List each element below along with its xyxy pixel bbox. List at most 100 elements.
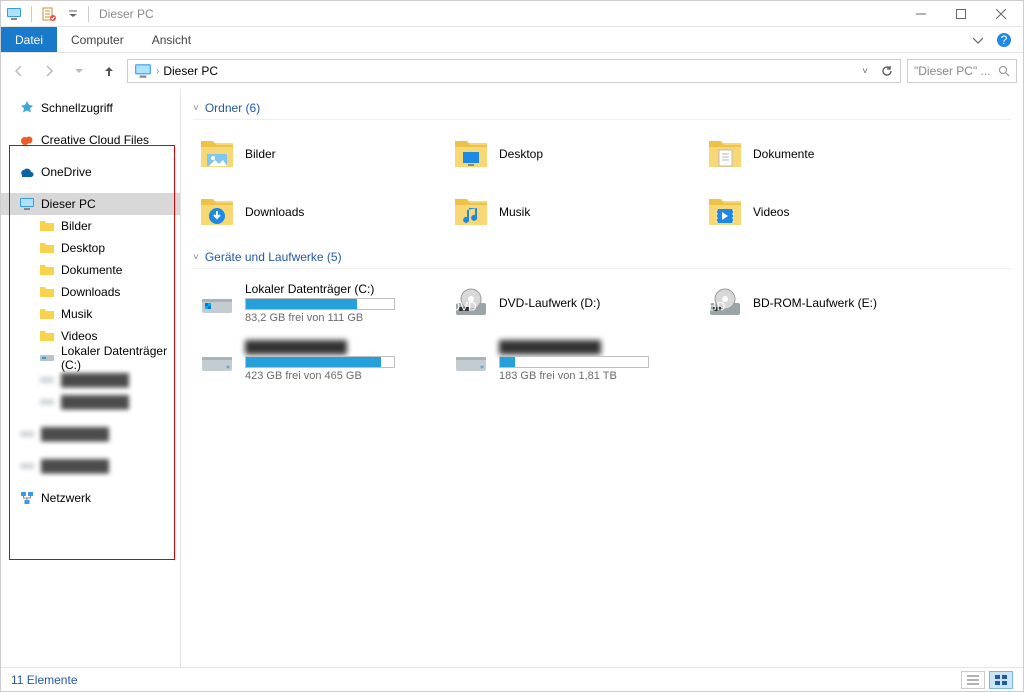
tree-desktop[interactable]: Desktop xyxy=(1,237,180,259)
spacer xyxy=(205,27,965,52)
label: ████████ xyxy=(41,459,109,473)
folder-icon xyxy=(707,194,743,230)
breadcrumb-label: Dieser PC xyxy=(163,64,218,78)
label: Videos xyxy=(61,329,97,343)
pc-icon xyxy=(19,196,35,212)
tab-file[interactable]: Datei xyxy=(1,27,57,52)
tree-pictures[interactable]: Bilder xyxy=(1,215,180,237)
drive-tile[interactable]: ████████████ 423 GB frei von 465 GB xyxy=(193,333,443,389)
folder-icon xyxy=(39,306,55,322)
separator xyxy=(31,6,32,22)
folder-music[interactable]: Musik xyxy=(447,184,697,240)
recent-dropdown-icon[interactable] xyxy=(67,59,91,83)
label: Musik xyxy=(61,307,92,321)
label: Downloads xyxy=(61,285,120,299)
tree-onedrive[interactable]: OneDrive xyxy=(1,161,180,183)
breadcrumb-this-pc[interactable]: Dieser PC xyxy=(159,64,222,78)
drive-tile[interactable]: BDBD-ROM-Laufwerk (E:) xyxy=(701,275,951,331)
tree-local-disk-c[interactable]: Lokaler Datenträger (C:) xyxy=(1,347,180,369)
folder-videos[interactable]: Videos xyxy=(701,184,951,240)
pc-icon xyxy=(134,62,152,80)
section-folders[interactable]: ˅ Ordner (6) xyxy=(193,101,1011,120)
svg-text:?: ? xyxy=(1001,33,1008,47)
folder-icon xyxy=(199,194,235,230)
tree-music[interactable]: Musik xyxy=(1,303,180,325)
tree-downloads[interactable]: Downloads xyxy=(1,281,180,303)
tab-computer[interactable]: Computer xyxy=(57,27,138,52)
tree-creative-cloud[interactable]: Creative Cloud Files xyxy=(1,129,180,151)
folder-icon xyxy=(453,194,489,230)
drive-tile[interactable]: ████████████183 GB frei von 1,81 TB xyxy=(447,333,697,389)
disk-icon xyxy=(19,426,35,442)
drives-grid: Lokaler Datenträger (C:)83,2 GB frei von… xyxy=(193,275,1011,389)
back-button[interactable] xyxy=(7,59,31,83)
folder-icon xyxy=(39,328,55,344)
view-details-button[interactable] xyxy=(961,671,985,689)
help-icon[interactable]: ? xyxy=(991,27,1017,52)
explorer-window: Dieser PC Datei Computer Ansicht ? xyxy=(0,0,1024,692)
drive-tile[interactable]: DVDDVD-Laufwerk (D:) xyxy=(447,275,697,331)
view-tiles-button[interactable] xyxy=(989,671,1013,689)
folder-icon xyxy=(39,218,55,234)
label: Desktop xyxy=(61,241,105,255)
label: Musik xyxy=(499,205,691,219)
expand-ribbon-icon[interactable] xyxy=(965,27,991,52)
drive-icon: BD xyxy=(707,285,743,321)
star-icon xyxy=(19,100,35,116)
ribbon: Datei Computer Ansicht ? xyxy=(1,27,1023,53)
label: Downloads xyxy=(245,205,437,219)
folder-pictures[interactable]: Bilder xyxy=(193,126,443,182)
tree-item-hidden[interactable]: ████████ xyxy=(1,423,180,445)
minimize-button[interactable] xyxy=(901,1,941,27)
disk-icon xyxy=(39,372,55,388)
chevron-down-icon: ˅ xyxy=(193,252,199,263)
refresh-button[interactable] xyxy=(876,60,898,82)
tree-quick-access[interactable]: Schnellzugriff xyxy=(1,97,180,119)
folder-documents[interactable]: Dokumente xyxy=(701,126,951,182)
folder-icon xyxy=(453,136,489,172)
folder-icon xyxy=(707,136,743,172)
address-dropdown-icon[interactable]: ˅ xyxy=(856,66,874,77)
disk-icon xyxy=(39,350,55,366)
tab-view[interactable]: Ansicht xyxy=(138,27,205,52)
chevron-down-icon: ˅ xyxy=(193,103,199,114)
label: ████████████ xyxy=(245,340,437,354)
label: Bilder xyxy=(61,219,92,233)
folder-desktop[interactable]: Desktop xyxy=(447,126,697,182)
tree-this-pc[interactable]: Dieser PC xyxy=(1,193,180,215)
tree-documents[interactable]: Dokumente xyxy=(1,259,180,281)
address-bar[interactable]: › Dieser PC ˅ xyxy=(127,59,901,83)
properties-icon[interactable] xyxy=(38,3,60,25)
tree-drive-hidden[interactable]: ████████ xyxy=(1,391,180,413)
body: Schnellzugriff Creative Cloud Files OneD… xyxy=(1,89,1023,667)
drive-tile[interactable]: Lokaler Datenträger (C:)83,2 GB frei von… xyxy=(193,275,443,331)
drive-icon xyxy=(199,343,235,379)
maximize-button[interactable] xyxy=(941,1,981,27)
free-text: 423 GB frei von 465 GB xyxy=(245,370,437,382)
tree-item-hidden[interactable]: ████████ xyxy=(1,455,180,477)
close-button[interactable] xyxy=(981,1,1021,27)
qat-dropdown-icon[interactable] xyxy=(62,3,84,25)
window-controls xyxy=(901,1,1021,27)
title-bar: Dieser PC xyxy=(1,1,1023,27)
label: Bilder xyxy=(245,147,437,161)
folder-icon xyxy=(39,284,55,300)
pc-icon[interactable] xyxy=(3,3,25,25)
label: Desktop xyxy=(499,147,691,161)
forward-button[interactable] xyxy=(37,59,61,83)
label: ████████ xyxy=(61,395,129,409)
status-text: 11 Elemente xyxy=(11,673,78,687)
drive-icon: DVD xyxy=(453,285,489,321)
label: Lokaler Datenträger (C:) xyxy=(61,344,180,372)
svg-text:DVD: DVD xyxy=(453,300,477,314)
label: ████████ xyxy=(41,427,109,441)
label: Schnellzugriff xyxy=(41,101,113,115)
search-input[interactable]: "Dieser PC" ... xyxy=(907,59,1017,83)
folder-icon xyxy=(39,262,55,278)
tree-network[interactable]: Netzwerk xyxy=(1,487,180,509)
folder-downloads[interactable]: Downloads xyxy=(193,184,443,240)
section-drives[interactable]: ˅ Geräte und Laufwerke (5) xyxy=(193,250,1011,269)
up-button[interactable] xyxy=(97,59,121,83)
network-icon xyxy=(19,490,35,506)
tree-drive-hidden[interactable]: ████████ xyxy=(1,369,180,391)
